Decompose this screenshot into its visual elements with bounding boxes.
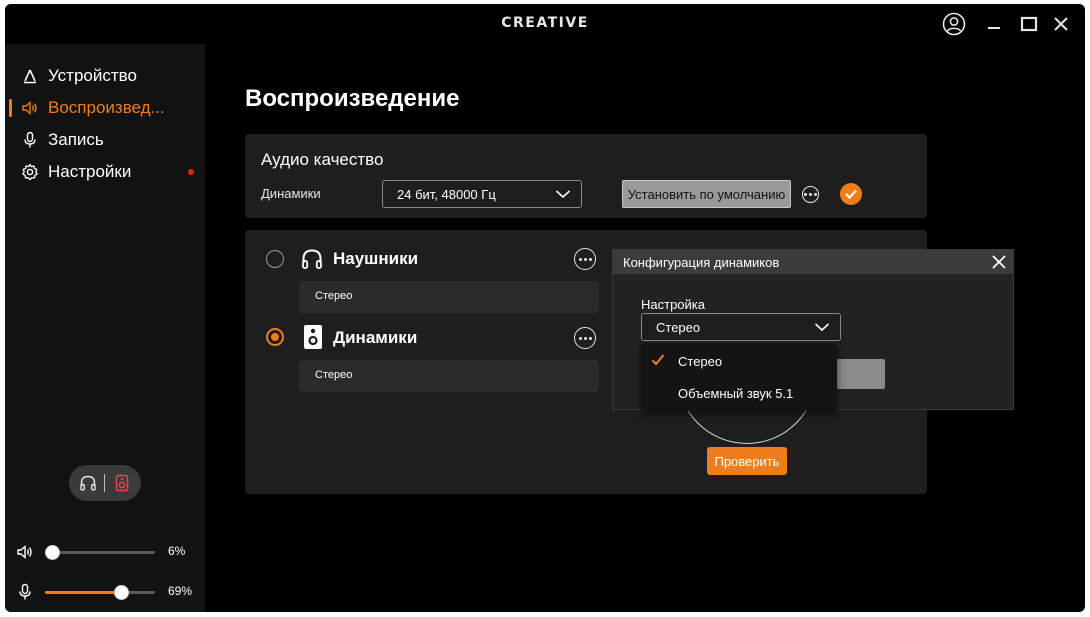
speaker-icon bbox=[301, 325, 325, 349]
dialog-title: Конфигурация динамиков bbox=[623, 255, 780, 270]
speakers-more-icon[interactable] bbox=[574, 327, 596, 349]
audio-format-select[interactable]: 24 бит, 48000 Гц bbox=[382, 180, 582, 208]
sidebar-item-label: Воспроизвед... bbox=[48, 98, 165, 117]
mic-fill bbox=[45, 591, 121, 594]
chevron-down-icon bbox=[555, 187, 571, 206]
audio-format-value: 24 бит, 48000 Гц bbox=[397, 187, 496, 202]
checkmark-icon bbox=[651, 353, 665, 372]
headphones-config[interactable]: Стерео bbox=[299, 281, 599, 313]
headphones-config-value: Стерео bbox=[315, 290, 353, 302]
account-icon[interactable] bbox=[941, 12, 967, 36]
notification-dot bbox=[188, 169, 194, 175]
sidebar-item-settings[interactable]: Настройки bbox=[5, 158, 205, 186]
sidebar-item-label: Запись bbox=[48, 130, 104, 149]
audio-quality-card: Аудио качество Динамики 24 бит, 48000 Гц… bbox=[245, 134, 927, 218]
minimize-button[interactable] bbox=[981, 12, 1007, 36]
title-bar: CREATIVE bbox=[5, 4, 1085, 44]
headphones-icon[interactable] bbox=[78, 473, 98, 493]
dialog-header: Конфигурация динамиков bbox=[613, 250, 1013, 274]
more-options-icon[interactable] bbox=[802, 186, 819, 203]
headphones-radio[interactable] bbox=[266, 250, 284, 268]
speakers-config-value: Стерео bbox=[315, 369, 353, 381]
speakers-config[interactable]: Стерео bbox=[299, 360, 599, 392]
chevron-down-icon bbox=[814, 320, 830, 339]
headphones-more-icon[interactable] bbox=[574, 248, 596, 270]
sidebar-item-label: Устройство bbox=[48, 66, 137, 85]
device-icon bbox=[21, 67, 39, 85]
config-label: Настройка bbox=[641, 297, 705, 312]
sidebar-item-label: Настройки bbox=[48, 162, 132, 181]
sidebar: Устройство Воспроизвед... Запись Настрой… bbox=[5, 44, 205, 612]
active-indicator bbox=[9, 99, 12, 117]
microphone-icon bbox=[15, 583, 35, 601]
dialog-button[interactable] bbox=[832, 359, 885, 389]
dropdown-option-label: Объемный звук 5.1 bbox=[678, 386, 794, 401]
sidebar-item-playback[interactable]: Воспроизвед... bbox=[5, 94, 205, 122]
config-select[interactable]: Стерео bbox=[641, 313, 841, 341]
toggle-divider bbox=[104, 474, 105, 492]
close-button[interactable] bbox=[1048, 12, 1074, 36]
headphones-icon bbox=[300, 247, 324, 271]
speakers-name: Динамики bbox=[333, 328, 418, 347]
volume-thumb[interactable] bbox=[44, 545, 60, 560]
sidebar-item-device[interactable]: Устройство bbox=[5, 62, 205, 90]
microphone-icon bbox=[21, 131, 39, 149]
close-icon[interactable] bbox=[989, 252, 1009, 272]
set-default-button[interactable]: Установить по умолчанию bbox=[622, 180, 791, 208]
config-dropdown: Стерео Объемный звук 5.1 bbox=[641, 343, 837, 411]
speaker-volume-icon bbox=[21, 99, 39, 117]
dropdown-option-label: Стерео bbox=[678, 354, 723, 369]
dropdown-option-stereo[interactable]: Стерео bbox=[641, 345, 837, 377]
mic-thumb[interactable] bbox=[113, 585, 129, 600]
speakers-label: Динамики bbox=[261, 186, 321, 201]
page-title: Воспроизведение bbox=[245, 85, 460, 112]
gear-icon bbox=[21, 163, 39, 181]
default-check-icon[interactable] bbox=[840, 183, 862, 205]
mic-slider-row: 69% bbox=[5, 581, 205, 603]
speaker-volume-icon bbox=[15, 543, 35, 561]
app-window: CREATIVE Устройство Воспроизвед... Запис… bbox=[5, 4, 1085, 612]
config-select-value: Стерео bbox=[656, 320, 701, 335]
brand-logo: CREATIVE bbox=[501, 15, 589, 31]
dropdown-option-surround[interactable]: Объемный звук 5.1 bbox=[641, 377, 837, 409]
speakers-radio[interactable] bbox=[266, 328, 284, 346]
test-button[interactable]: Проверить bbox=[707, 447, 787, 475]
volume-value: 6% bbox=[168, 544, 186, 558]
maximize-button[interactable] bbox=[1016, 12, 1042, 36]
volume-slider-row: 6% bbox=[5, 541, 205, 563]
output-toggle[interactable] bbox=[69, 465, 141, 501]
headphones-name: Наушники bbox=[333, 249, 419, 268]
mic-slider[interactable] bbox=[45, 585, 155, 600]
volume-slider[interactable] bbox=[44, 545, 155, 560]
speaker-icon[interactable] bbox=[112, 473, 132, 493]
audio-quality-title: Аудио качество bbox=[261, 150, 384, 169]
sidebar-item-recording[interactable]: Запись bbox=[5, 126, 205, 154]
mic-value: 69% bbox=[168, 584, 193, 598]
